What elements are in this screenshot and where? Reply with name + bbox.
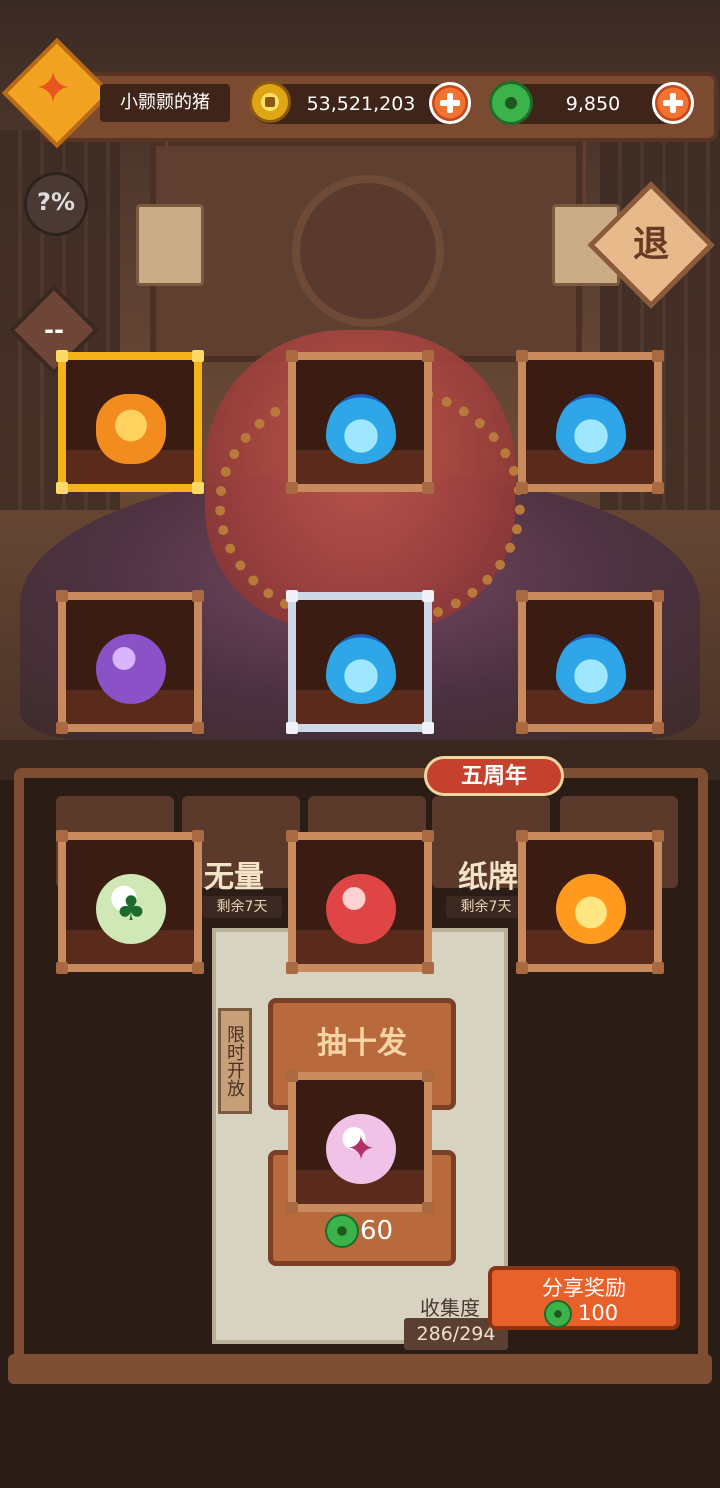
item-slot-wing-emblem[interactable]	[286, 830, 434, 974]
player-avatar[interactable]: ✦	[1, 37, 113, 152]
item-slot-blue-flame[interactable]	[516, 590, 664, 734]
blue-flame-icon	[556, 634, 626, 704]
wing-emblem-orb-icon	[326, 874, 396, 944]
fox-mask-icon: ✦	[34, 63, 72, 114]
jade-coin-icon	[544, 1300, 572, 1328]
item-slot-blue-flame[interactable]	[286, 590, 434, 734]
gem-amount: 9,850	[565, 93, 621, 115]
purple-mask-orb-icon	[96, 634, 166, 704]
player-name: 小颢颢的猪	[100, 84, 230, 122]
probability-help-button[interactable]: ?%	[24, 172, 88, 236]
game-scene: ✦ 小颢颢的猪 53,521,203 9,850 ?% -- 退 无量 纸牌 五…	[0, 0, 720, 1488]
coin-amount: 53,521,203	[306, 93, 416, 115]
tab-cards-remaining: 剩余7天	[446, 896, 526, 918]
hanging-spade-card-icon	[136, 204, 204, 286]
panel-bottom-rail	[8, 1354, 712, 1384]
hanging-cord	[165, 140, 168, 210]
tab-cards-label: 纸牌	[458, 860, 518, 895]
blue-flame-icon	[326, 634, 396, 704]
anniversary-badge: 五周年	[424, 756, 564, 796]
fire-orb-icon	[556, 874, 626, 944]
hanging-cord	[583, 140, 586, 210]
tab-wuliang-remaining: 剩余7天	[202, 896, 282, 918]
sparkle-card-orb-icon: ✦	[326, 1114, 396, 1184]
blue-flame-icon	[556, 394, 626, 464]
draw-ten-label: 抽十发	[317, 1026, 407, 1061]
item-slot-blue-flame[interactable]	[286, 350, 434, 494]
clover-card-orb-icon: ♣	[96, 874, 166, 944]
add-coins-button[interactable]	[429, 82, 471, 124]
draw-single-price: 60	[360, 1216, 394, 1246]
item-slot-blue-flame[interactable]	[516, 350, 664, 494]
spade-emblem-icon	[292, 175, 444, 327]
item-slot-caterpillar[interactable]	[56, 350, 204, 494]
item-slot-sparkle-card[interactable]: ✦	[286, 1070, 434, 1214]
item-slot-purple-mask[interactable]	[56, 590, 204, 734]
share-reward-amount: 100	[578, 1301, 619, 1325]
limited-time-tag: 限时开放	[218, 1008, 252, 1114]
tab-wuliang-label: 无量	[204, 860, 264, 895]
add-gems-button[interactable]	[652, 82, 694, 124]
exit-label: 退	[632, 224, 669, 265]
collection-label: 收集度	[420, 1296, 480, 1320]
gold-coin-icon	[249, 81, 291, 123]
item-slot-fire[interactable]	[516, 830, 664, 974]
caterpillar-icon	[96, 394, 166, 464]
jade-coin-icon	[325, 1214, 359, 1248]
item-slot-clover-card[interactable]: ♣	[56, 830, 204, 974]
jade-coin-icon	[489, 81, 533, 125]
blue-flame-icon	[326, 394, 396, 464]
